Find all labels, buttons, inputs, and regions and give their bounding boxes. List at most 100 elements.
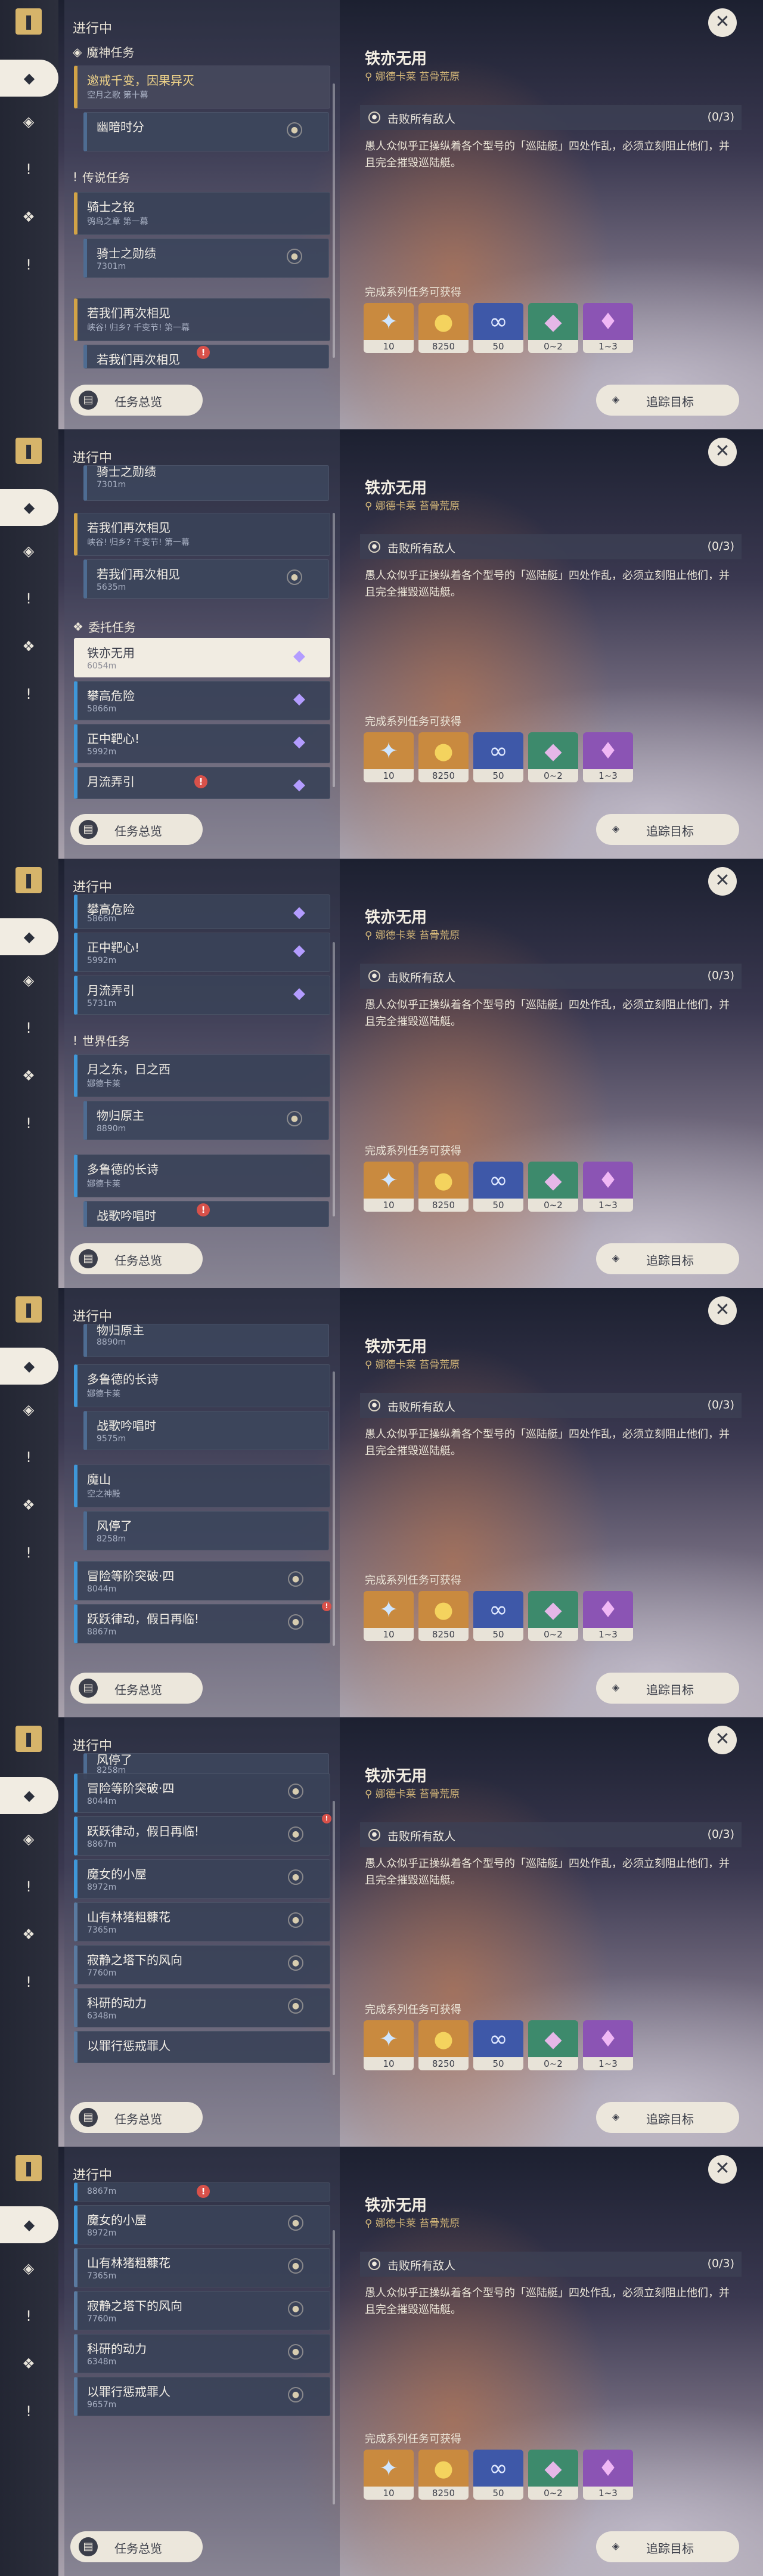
quest-card-commission-selected[interactable]: 铁亦无用 6054m ◆ (74, 638, 330, 677)
reward-item[interactable]: ◆ 0~2 (528, 1591, 578, 1641)
all-quests-tab-icon[interactable]: ◆ (0, 1348, 58, 1385)
quest-book-icon[interactable]: ❚ (15, 8, 42, 35)
quest-card-archon-main[interactable]: 邀戒千变，因果异灭 空月之歌 第十幕 (74, 66, 330, 109)
quest-step-legend-1[interactable]: 骑士之勋绩 7301m ● (83, 239, 329, 278)
quest-step-archon[interactable]: 幽暗时分 ● (83, 112, 329, 151)
reward-item[interactable]: ● 8250 (418, 1591, 469, 1641)
close-button[interactable]: ✕ (708, 2155, 737, 2184)
world-quest-tab-icon[interactable]: ! (15, 2398, 42, 2425)
scrollbar[interactable] (333, 83, 335, 358)
quest-card-world-3[interactable]: 魔山 空之神殿 (74, 1465, 330, 1507)
track-objective-button[interactable]: ◈ 追踪目标 (596, 385, 739, 416)
quest-card-world-9[interactable]: 科研的动力 6348m ● (74, 2334, 330, 2373)
quest-overview-button[interactable]: ▤ 任务总览 (70, 385, 203, 416)
close-button[interactable]: ✕ (708, 867, 737, 896)
quest-card-world-5[interactable]: 跃跃律动，假日再临! 8867m ● (74, 1816, 330, 1856)
legend-quest-tab-icon[interactable]: ! (15, 586, 42, 612)
quest-card-world-2[interactable]: 多鲁德的长诗 娜德卡莱 (74, 1364, 330, 1407)
quest-card-world-9[interactable]: 科研的动力 6348m ● (74, 1988, 330, 2027)
quest-card-commission[interactable]: 攀高危险 5866m ◆ (74, 894, 330, 929)
reward-item[interactable]: ✦ 10 (364, 1591, 414, 1641)
reward-item[interactable]: ● 8250 (418, 303, 469, 353)
reward-item[interactable]: ◆ 0~2 (528, 732, 578, 782)
reward-item[interactable]: ∞ 50 (473, 1591, 523, 1641)
world-quest-tab-icon[interactable]: ! (15, 1110, 42, 1137)
close-button[interactable]: ✕ (708, 438, 737, 466)
quest-card-commission[interactable]: 正中靶心! 5992m ◆ (74, 724, 330, 763)
quest-card-world-6[interactable]: 魔女的小屋 8972m ● (74, 2205, 330, 2244)
quest-card-world-5[interactable]: 跃跃律动，假日再临! 8867m ● (74, 1604, 330, 1643)
close-button[interactable]: ✕ (708, 1726, 737, 1754)
commission-tab-icon[interactable]: ❖ (15, 2351, 42, 2377)
reward-item[interactable]: ♦ 1~3 (583, 303, 633, 353)
archon-quest-tab-icon[interactable]: ◈ (15, 1826, 42, 1852)
scrollbar[interactable] (333, 942, 335, 1216)
quest-card-world-8[interactable]: 寂静之塔下的风向 7760m ● (74, 2291, 330, 2330)
track-objective-button[interactable]: ◈ 追踪目标 (596, 2102, 739, 2133)
reward-item[interactable]: ♦ 1~3 (583, 1591, 633, 1641)
quest-step-world-1[interactable]: 物归原主 8890m (83, 1323, 329, 1357)
reward-item[interactable]: ✦ 10 (364, 303, 414, 353)
reward-item[interactable]: ● 8250 (418, 732, 469, 782)
reward-item[interactable]: ✦ 10 (364, 2450, 414, 2500)
scrollbar[interactable] (333, 2230, 335, 2504)
world-quest-tab-icon[interactable]: ! (15, 681, 42, 707)
reward-item[interactable]: ◆ 0~2 (528, 2450, 578, 2500)
close-button[interactable]: ✕ (708, 8, 737, 37)
reward-item[interactable]: ∞ 50 (473, 732, 523, 782)
reward-item[interactable]: ∞ 50 (473, 2020, 523, 2070)
scrollbar[interactable] (333, 1801, 335, 2075)
reward-item[interactable]: ● 8250 (418, 2020, 469, 2070)
reward-item[interactable]: ∞ 50 (473, 2450, 523, 2500)
commission-tab-icon[interactable]: ❖ (15, 633, 42, 660)
reward-item[interactable]: ∞ 50 (473, 303, 523, 353)
world-quest-tab-icon[interactable]: ! (15, 1969, 42, 1995)
archon-quest-tab-icon[interactable]: ◈ (15, 1397, 42, 1423)
scrollbar[interactable] (333, 513, 335, 787)
commission-tab-icon[interactable]: ❖ (15, 1063, 42, 1089)
reward-item[interactable]: ◆ 0~2 (528, 2020, 578, 2070)
quest-step-legend-1[interactable]: 骑士之勋绩 7301m (83, 465, 329, 501)
quest-card-world-7[interactable]: 山有林猪粗糠花 7365m ● (74, 1902, 330, 1942)
quest-overview-button[interactable]: ▤ 任务总览 (70, 2102, 203, 2133)
commission-tab-icon[interactable]: ❖ (15, 1921, 42, 1948)
all-quests-tab-icon[interactable]: ◆ (0, 2206, 58, 2243)
quest-card-world-8[interactable]: 寂静之塔下的风向 7760m ● (74, 1945, 330, 1984)
archon-quest-tab-icon[interactable]: ◈ (15, 2255, 42, 2281)
quest-overview-button[interactable]: ▤ 任务总览 (70, 814, 203, 845)
reward-item[interactable]: ✦ 10 (364, 2020, 414, 2070)
scrollbar[interactable] (333, 1371, 335, 1646)
quest-card-legend-2[interactable]: 若我们再次相见 峡谷! 归乡? 千变节! 第一幕 (74, 298, 330, 341)
commission-tab-icon[interactable]: ❖ (15, 1492, 42, 1518)
reward-item[interactable]: ✦ 10 (364, 1162, 414, 1212)
archon-quest-tab-icon[interactable]: ◈ (15, 538, 42, 564)
quest-book-icon[interactable]: ❚ (15, 438, 42, 464)
all-quests-tab-icon[interactable]: ◆ (0, 1777, 58, 1814)
legend-quest-tab-icon[interactable]: ! (15, 1444, 42, 1470)
reward-item[interactable]: ✦ 10 (364, 732, 414, 782)
quest-step-legend-2[interactable]: 若我们再次相见 5635m ● (83, 559, 329, 599)
close-button[interactable]: ✕ (708, 1296, 737, 1325)
track-objective-button[interactable]: ◈ 追踪目标 (596, 814, 739, 845)
reward-item[interactable]: ♦ 1~3 (583, 732, 633, 782)
quest-book-icon[interactable]: ❚ (15, 2155, 42, 2181)
quest-overview-button[interactable]: ▤ 任务总览 (70, 1673, 203, 1704)
track-objective-button[interactable]: ◈ 追踪目标 (596, 1673, 739, 1704)
all-quests-tab-icon[interactable]: ◆ (0, 489, 58, 526)
quest-card-commission[interactable]: 攀高危险 5866m ◆ (74, 681, 330, 720)
reward-item[interactable]: ◆ 0~2 (528, 303, 578, 353)
legend-quest-tab-icon[interactable]: ! (15, 1874, 42, 1900)
quest-overview-button[interactable]: ▤ 任务总览 (70, 2531, 203, 2562)
world-quest-tab-icon[interactable]: ! (15, 252, 42, 278)
reward-item[interactable]: ∞ 50 (473, 1162, 523, 1212)
commission-tab-icon[interactable]: ❖ (15, 204, 42, 230)
quest-book-icon[interactable]: ❚ (15, 1726, 42, 1752)
reward-item[interactable]: ● 8250 (418, 2450, 469, 2500)
archon-quest-tab-icon[interactable]: ◈ (15, 967, 42, 993)
legend-quest-tab-icon[interactable]: ! (15, 156, 42, 182)
reward-item[interactable]: ◆ 0~2 (528, 1162, 578, 1212)
quest-card-world-10[interactable]: 以罪行惩戒罪人 (74, 2031, 330, 2063)
world-quest-tab-icon[interactable]: ! (15, 1540, 42, 1566)
quest-step-world-1[interactable]: 物归原主 8890m ● (83, 1101, 329, 1140)
quest-card-legend-2[interactable]: 若我们再次相见 峡谷! 归乡? 千变节! 第一幕 (74, 513, 330, 556)
